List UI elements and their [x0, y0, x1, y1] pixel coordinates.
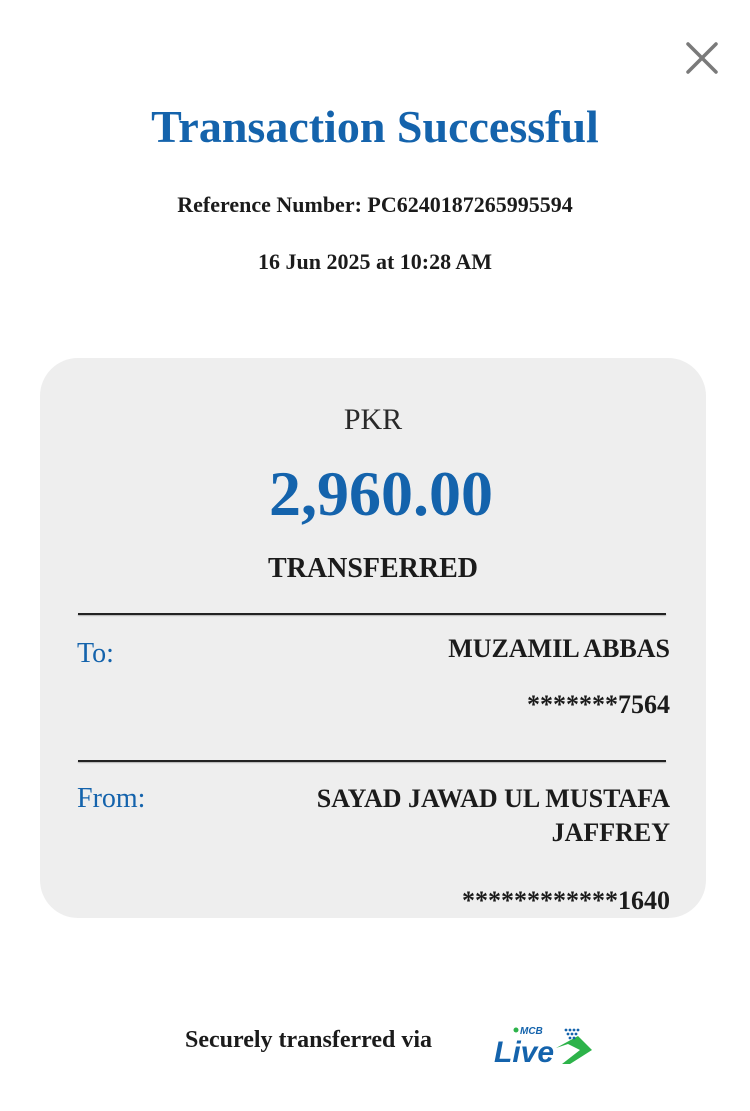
- reference-number: Reference Number: PC6240187265995594: [177, 192, 573, 217]
- close-button[interactable]: [684, 40, 720, 76]
- to-label: To:: [77, 638, 114, 669]
- mcb-live-logo-graphic: MCB Live: [494, 1026, 592, 1069]
- amount-value: 2,960.00: [269, 458, 493, 529]
- logo-word-text: Live: [494, 1036, 554, 1068]
- sender-name: SAYAD JAWAD UL MUSTAFA JAFFREY: [250, 782, 670, 850]
- sender-name-line2: JAFFREY: [551, 818, 670, 847]
- mcb-live-logo: MCB Live: [494, 1022, 594, 1069]
- close-icon: [686, 42, 718, 74]
- from-label: From:: [77, 783, 146, 814]
- divider: [78, 760, 666, 762]
- recipient-name: MUZAMIL ABBAS: [448, 634, 670, 663]
- currency-label: PKR: [343, 403, 403, 436]
- transaction-datetime: 16 Jun 2025 at 10:28 AM: [257, 249, 493, 274]
- sender-name-line1: SAYAD JAWAD UL MUSTAFA: [316, 784, 670, 813]
- divider: [78, 613, 666, 615]
- page-title: Transaction Successful: [151, 101, 599, 152]
- sender-account: ************1640: [462, 886, 670, 915]
- transaction-summary-card: PKR 2,960.00 TRANSFERRED To: MUZAMIL ABB…: [40, 358, 706, 918]
- recipient-account: *******7564: [527, 690, 670, 719]
- footer-text: Securely transferred via: [185, 1027, 433, 1053]
- transfer-status: TRANSFERRED: [267, 553, 479, 584]
